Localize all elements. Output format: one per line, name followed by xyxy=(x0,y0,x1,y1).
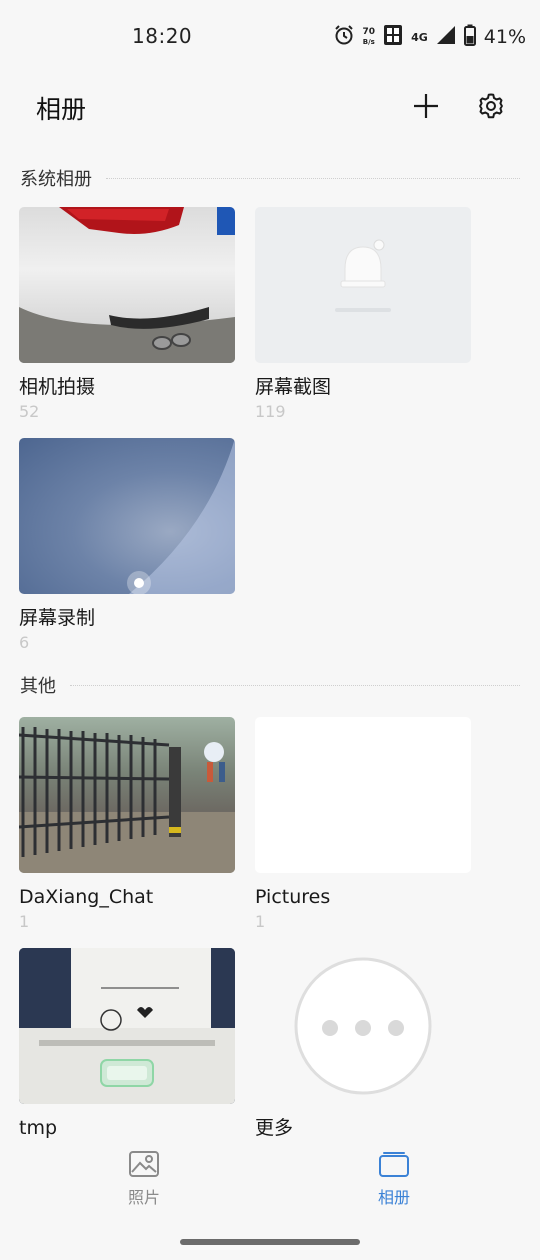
tab-albums[interactable]: 相册 xyxy=(334,1150,454,1208)
album-name: DaXiang_Chat xyxy=(19,886,154,908)
album-name: 更多 xyxy=(255,1117,294,1139)
gear-icon xyxy=(479,93,503,119)
tab-photos[interactable]: 照片 xyxy=(84,1150,204,1208)
status-bar: 18:20 70 B/s 4G 41% xyxy=(0,0,540,72)
status-icons: 70 B/s 4G 41% xyxy=(333,22,526,52)
section-header-system: 系统相册 xyxy=(20,166,520,190)
settings-button[interactable] xyxy=(471,86,511,126)
album-camera[interactable]: 相机拍摄 52 xyxy=(19,207,235,422)
album-more[interactable]: 更多 xyxy=(255,948,471,1140)
screenshot-placeholder xyxy=(335,239,391,312)
album-name: 相机拍摄 xyxy=(19,376,96,398)
alarm-icon xyxy=(333,24,355,50)
album-pictures[interactable]: Pictures 1 xyxy=(255,717,471,932)
album-screenshots[interactable]: 屏幕截图 119 xyxy=(255,207,471,422)
album-count: 6 xyxy=(19,633,30,652)
album-name: Pictures xyxy=(255,886,331,908)
tab-label: 相册 xyxy=(377,1188,410,1207)
album-count: 52 xyxy=(19,402,40,421)
album-screen-recordings[interactable]: 屏幕录制 6 xyxy=(19,438,235,653)
album-name: 屏幕截图 xyxy=(255,376,332,398)
network-speed-value: 70 xyxy=(362,27,376,37)
albums-icon xyxy=(379,1152,409,1177)
section-title: 系统相册 xyxy=(20,169,92,190)
more-placeholder xyxy=(255,948,471,1104)
album-name: 屏幕录制 xyxy=(19,607,96,629)
album-thumbnail xyxy=(19,207,235,363)
bottom-tab-bar: 照片 相册 xyxy=(0,1140,540,1220)
image-icon xyxy=(129,1151,159,1177)
sky-photo xyxy=(127,438,235,594)
album-thumbnail xyxy=(19,948,235,1104)
printer-photo xyxy=(19,948,235,1104)
album-count: 1 xyxy=(255,912,266,931)
section-header-other: 其他 xyxy=(20,673,520,697)
battery-percent: 41% xyxy=(483,26,526,48)
page-title: 相册 xyxy=(36,95,87,124)
album-thumbnail xyxy=(19,717,235,873)
section-title: 其他 xyxy=(20,676,56,697)
network-speed: 70 B/s xyxy=(363,27,376,47)
album-thumbnail xyxy=(255,717,471,873)
add-album-button[interactable] xyxy=(406,86,446,126)
album-name: tmp xyxy=(19,1117,58,1139)
network-speed-unit: B/s xyxy=(362,38,375,46)
album-tmp[interactable]: tmp xyxy=(19,948,235,1140)
album-count: 1 xyxy=(19,912,30,931)
signal-type: 4G xyxy=(411,30,428,44)
battery-icon xyxy=(463,24,476,50)
car-photo xyxy=(19,207,235,363)
album-thumbnail xyxy=(19,438,235,594)
album-count: 119 xyxy=(255,402,286,421)
signal-icon xyxy=(436,25,456,49)
section-divider xyxy=(70,684,520,686)
tab-label: 照片 xyxy=(127,1188,160,1207)
volte-icon xyxy=(383,24,403,50)
home-indicator[interactable] xyxy=(180,1239,360,1245)
section-divider xyxy=(106,177,520,179)
more-icon xyxy=(294,957,432,1095)
gate-photo xyxy=(19,727,235,873)
album-thumbnail xyxy=(255,207,471,363)
plus-icon xyxy=(414,94,438,118)
album-daxiang-chat[interactable]: DaXiang_Chat 1 xyxy=(19,717,235,932)
status-time: 18:20 xyxy=(132,24,193,48)
